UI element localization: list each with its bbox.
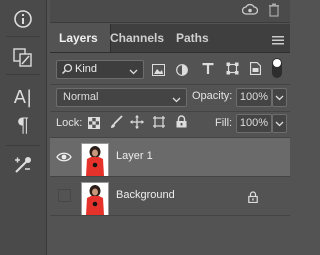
shape-filter-icon[interactable]	[226, 62, 239, 80]
lock-artboard-icon[interactable]	[152, 115, 166, 134]
sync-cloud-icon[interactable]	[241, 3, 259, 22]
panel-tabs: Layers Channels Paths	[50, 24, 290, 53]
tool-presets-icon[interactable]	[8, 42, 38, 72]
panel-top-bar	[50, 0, 290, 23]
layer-thumbnail	[81, 182, 109, 216]
fill-label: Fill:	[215, 117, 233, 129]
layer-thumbnail	[81, 143, 109, 177]
eye-icon[interactable]	[56, 149, 72, 165]
filter-kind-label: Kind	[75, 63, 98, 75]
tab-layers[interactable]: Layers	[50, 24, 111, 52]
brush-settings-icon[interactable]	[8, 150, 38, 180]
search-icon	[61, 63, 73, 78]
filter-toggle-knob	[273, 59, 281, 67]
layer-name[interactable]: Layer 1	[116, 150, 153, 162]
divider	[50, 215, 290, 216]
lock-icon	[248, 190, 258, 208]
paragraph-icon[interactable]: ¶	[8, 110, 38, 140]
character-icon[interactable]: A|	[8, 82, 38, 112]
lock-image-pixels-icon[interactable]	[110, 115, 123, 134]
type-filter-icon[interactable]	[202, 62, 214, 80]
tool-divider	[6, 145, 40, 146]
blend-mode-value: Normal	[63, 91, 99, 103]
trash-icon[interactable]	[268, 3, 280, 22]
layer-row-layer-1[interactable]: Layer 1	[50, 138, 290, 177]
layers-panel: Layers Channels Paths Kind Normal Opacit…	[50, 0, 290, 255]
lock-label: Lock:	[56, 117, 83, 129]
opacity-dropdown-button[interactable]	[272, 88, 287, 107]
blend-mode-select[interactable]: Normal	[56, 88, 187, 107]
chevron-down-icon	[172, 94, 181, 106]
adjustment-filter-icon[interactable]	[176, 63, 188, 81]
fill-dropdown-button[interactable]	[272, 114, 287, 133]
layer-row-background[interactable]: Background	[50, 177, 290, 216]
tab-channels[interactable]: Channels	[110, 24, 164, 52]
lock-all-icon[interactable]	[176, 115, 187, 133]
smart-object-filter-icon[interactable]	[249, 61, 262, 80]
layer-filter-select[interactable]: Kind	[56, 60, 144, 79]
info-icon[interactable]	[8, 4, 38, 34]
divider	[50, 84, 290, 85]
layer-name[interactable]: Background	[116, 189, 175, 201]
lock-position-icon[interactable]	[130, 115, 144, 134]
layer-thumbnail-image	[82, 183, 108, 215]
tab-paths[interactable]: Paths	[176, 24, 209, 52]
panel-menu-icon[interactable]	[272, 32, 284, 45]
opacity-field[interactable]: 100%	[236, 88, 272, 107]
chevron-down-icon	[129, 66, 138, 78]
pixel-filter-icon[interactable]	[152, 63, 165, 81]
filter-toggle-switch[interactable]	[272, 58, 282, 78]
tool-divider	[6, 74, 40, 75]
visibility-toggle-empty[interactable]	[58, 189, 71, 202]
opacity-label: Opacity:	[192, 90, 233, 102]
divider	[50, 111, 290, 112]
tool-divider	[6, 36, 40, 37]
layer-thumbnail-image	[82, 144, 108, 176]
fill-field[interactable]: 100%	[236, 114, 272, 133]
tool-strip: A| ¶	[0, 0, 47, 255]
lock-transparent-pixels-icon[interactable]	[88, 116, 100, 134]
